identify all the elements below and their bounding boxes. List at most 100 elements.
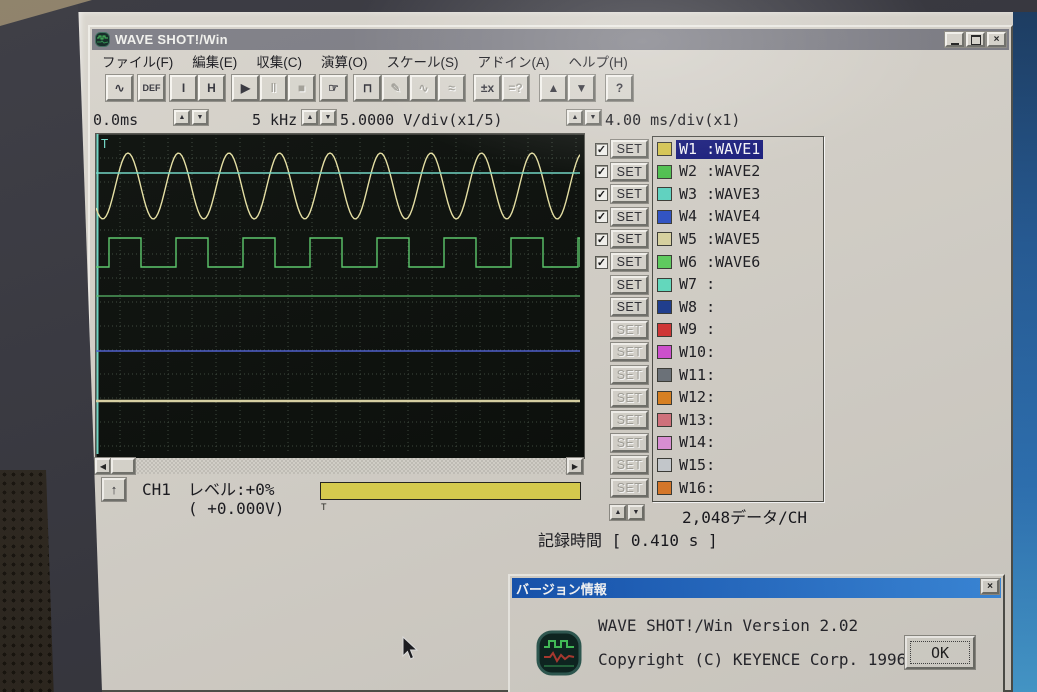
channel-set-button[interactable]: SET <box>611 479 648 497</box>
offset-down-button[interactable]: ▼ <box>192 110 208 125</box>
channel-label[interactable]: W2 :WAVE2 <box>676 162 763 181</box>
calc-query-button[interactable]: =? <box>502 75 529 101</box>
channel-label[interactable]: W9 : <box>676 320 718 339</box>
channel-label[interactable]: W4 :WAVE4 <box>676 207 763 226</box>
samples-down-button[interactable]: ▼ <box>628 505 644 520</box>
channel-visible-checkbox[interactable]: ✓ <box>595 142 608 156</box>
square-wave-view-button[interactable]: ⊓ <box>354 75 381 101</box>
vertical-cursor-button[interactable]: I <box>170 75 197 101</box>
level-volts: ( +0.000V) <box>188 499 285 518</box>
channel-set-button[interactable]: SET <box>611 275 648 294</box>
channel-set-button[interactable]: SET <box>611 366 648 384</box>
timediv-up-button[interactable]: ▲ <box>567 110 583 125</box>
samples-up-button[interactable]: ▲ <box>610 505 626 520</box>
channel-set-button[interactable]: SET <box>611 140 648 158</box>
channel-set-button[interactable]: SET <box>611 185 648 204</box>
channel-color-swatch <box>657 164 672 179</box>
rate-up-button[interactable]: ▲ <box>302 110 318 125</box>
erase-wave-button[interactable]: ✎ <box>382 75 409 101</box>
minimize-icon <box>950 34 959 45</box>
stop-acquisition-button[interactable]: ■ <box>288 75 315 101</box>
channel-row: SET W14: <box>595 432 825 454</box>
menu-item[interactable]: ヘルプ(H) <box>569 51 628 71</box>
channel-set-button[interactable]: SET <box>611 456 648 475</box>
minimize-button[interactable] <box>945 32 964 47</box>
channel-color-swatch <box>657 390 672 405</box>
channel-label[interactable]: W12: <box>676 388 718 407</box>
smooth-wave-button[interactable]: ∿ <box>410 75 437 101</box>
copyright-text: Copyright (C) KEYENCE Corp. 1996 <box>598 650 907 669</box>
channel-row: SET W15: <box>595 454 825 476</box>
shift-down-button[interactable]: ▼ <box>568 75 595 101</box>
channel-label[interactable]: W1 :WAVE1 <box>676 139 764 159</box>
pause-acquisition-button[interactable]: ‖ <box>260 75 287 101</box>
channel-color-swatch <box>657 368 672 382</box>
start-acquisition-button[interactable]: ▶ <box>232 75 259 101</box>
wave-compare-button[interactable]: ≈ <box>438 75 465 101</box>
scale-setup-button[interactable]: ∿ <box>106 75 133 101</box>
channel-visible-checkbox[interactable]: ✓ <box>595 165 608 179</box>
default-settings-button[interactable]: DEF <box>138 75 165 101</box>
menu-item[interactable]: ファイル(F) <box>102 51 173 71</box>
rate-down-button[interactable]: ▼ <box>320 110 336 125</box>
channel-set-button[interactable]: SET <box>611 433 648 452</box>
horizontal-cursor-button[interactable]: H <box>198 75 225 101</box>
scroll-left-button[interactable]: ◀ <box>95 458 111 474</box>
channel-set-button[interactable]: SET <box>611 207 648 226</box>
channel-visible-checkbox[interactable]: ✓ <box>595 255 608 269</box>
scroll-right-button[interactable]: ▶ <box>567 458 583 474</box>
channel-label[interactable]: W6 :WAVE6 <box>676 253 763 272</box>
channel-set-button[interactable]: SET <box>611 253 648 271</box>
close-button[interactable]: × <box>987 32 1006 47</box>
menu-item[interactable]: 編集(E) <box>192 51 237 71</box>
waveform-trace <box>96 237 581 268</box>
menu-item[interactable]: 収集(C) <box>256 51 302 71</box>
timediv-down-button[interactable]: ▼ <box>585 110 601 125</box>
channel-row: SET W9 : <box>595 319 825 341</box>
channel-set-button[interactable]: SET <box>611 162 648 181</box>
channel-label[interactable]: W3 :WAVE3 <box>676 185 763 204</box>
channel-color-swatch <box>657 209 672 224</box>
channel-label[interactable]: W8 : <box>676 298 718 317</box>
channel-visible-checkbox[interactable]: ✓ <box>595 187 608 201</box>
menu-item[interactable]: スケール(S) <box>387 51 459 71</box>
channel-visible-checkbox[interactable]: ✓ <box>595 210 608 224</box>
channel-visible-checkbox[interactable]: ✓ <box>595 232 608 246</box>
calc-scale-button[interactable]: ±x <box>474 75 501 101</box>
channel-set-button[interactable]: SET <box>611 343 648 362</box>
scrollbar-thumb[interactable] <box>111 458 135 474</box>
maximize-button[interactable] <box>966 32 985 47</box>
channel-label[interactable]: W13: <box>676 411 718 430</box>
level-slider-bar[interactable] <box>320 482 581 500</box>
channel-label[interactable]: W11: <box>676 366 718 385</box>
samples-per-channel: 2,048データ/CH <box>682 508 808 527</box>
channel-label[interactable]: W10: <box>676 343 718 362</box>
manual-trigger-button[interactable]: ☞ <box>320 75 347 101</box>
channel-label[interactable]: W7 : <box>676 275 718 294</box>
channel-set-button[interactable]: SET <box>611 411 648 430</box>
waveform-trace <box>95 152 581 220</box>
channel-set-button[interactable]: SET <box>611 320 648 339</box>
channel-set-button[interactable]: SET <box>611 298 648 317</box>
offset-up-button[interactable]: ▲ <box>174 110 190 125</box>
channel-label[interactable]: W16: <box>676 479 718 498</box>
channel-label[interactable]: W5 :WAVE5 <box>676 230 763 249</box>
channel-set-button[interactable]: SET <box>611 230 648 249</box>
menu-item[interactable]: 演算(O) <box>321 51 368 71</box>
level-jump-button[interactable]: ↑ <box>102 478 126 501</box>
channel-label[interactable]: W15: <box>676 456 718 475</box>
monitor-photo: WAVE SHOT!/Win × ファイル(F) 編集(E) 収集(C) 演算(O) ス… <box>0 0 1037 692</box>
shift-up-button[interactable]: ▲ <box>540 75 567 101</box>
help-button[interactable]: ? <box>606 75 633 101</box>
dialog-titlebar[interactable]: バージョン情報 <box>512 578 1001 598</box>
channel-color-swatch <box>657 481 672 495</box>
ok-button[interactable]: OK <box>905 636 975 669</box>
horizontal-scrollbar[interactable]: ◀ ▶ <box>95 458 583 474</box>
desktop-background <box>1013 0 1037 692</box>
dialog-close-button[interactable]: × <box>981 579 999 594</box>
window-titlebar[interactable]: WAVE SHOT!/Win × <box>92 29 1009 50</box>
menu-item[interactable]: アドイン(A) <box>478 51 550 71</box>
channel-label[interactable]: W14: <box>676 433 718 452</box>
channel-set-button[interactable]: SET <box>611 388 648 407</box>
waveform-plot: T <box>95 134 581 454</box>
